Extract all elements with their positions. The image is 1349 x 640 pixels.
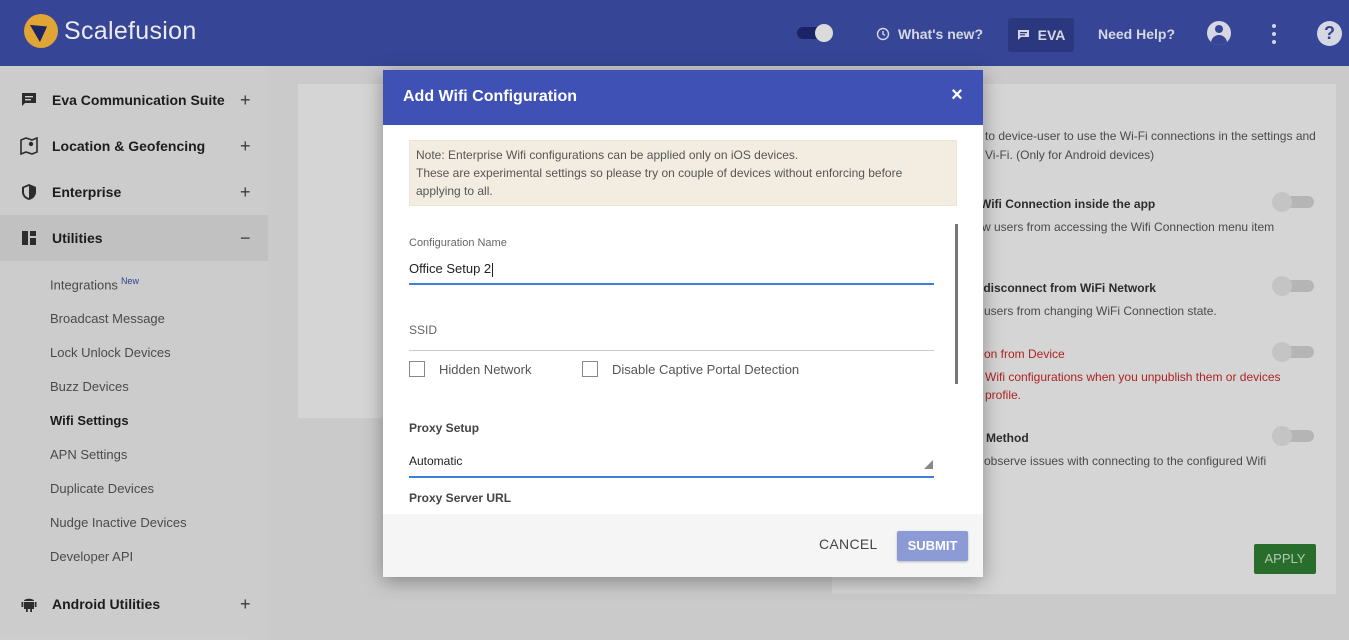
captive-portal-label: Disable Captive Portal Detection (612, 362, 800, 377)
ssid-input[interactable]: SSID (409, 323, 437, 337)
captive-portal-checkbox[interactable] (582, 361, 598, 377)
hidden-network-checkbox[interactable] (409, 361, 425, 377)
header-dim (0, 0, 1349, 66)
resize-handle-icon[interactable] (924, 460, 933, 469)
proxy-setup-select[interactable]: Automatic (409, 454, 462, 468)
config-name-input[interactable]: Office Setup 2 (409, 261, 494, 277)
close-icon[interactable]: × (947, 84, 967, 107)
proxy-setup-label: Proxy Setup (409, 421, 480, 435)
cancel-button[interactable]: CANCEL (819, 536, 878, 552)
config-name-underline (409, 283, 934, 285)
proxy-setup-underline (409, 476, 934, 478)
add-wifi-dialog: Add Wifi Configuration × Note: Enterpris… (383, 70, 983, 577)
text-cursor (492, 262, 494, 277)
dialog-footer: CANCEL SUBMIT (383, 514, 983, 577)
dialog-scrollbar[interactable] (955, 224, 958, 384)
dialog-title: Add Wifi Configuration (403, 88, 578, 105)
config-name-label: Configuration Name (409, 237, 507, 249)
hidden-network-label: Hidden Network (439, 362, 532, 377)
ssid-underline (409, 350, 934, 351)
submit-button[interactable]: SUBMIT (897, 531, 968, 561)
dialog-header: Add Wifi Configuration × (383, 70, 983, 125)
proxy-url-label: Proxy Server URL (409, 491, 512, 505)
enterprise-note: Note: Enterprise Wifi configurations can… (409, 140, 957, 206)
